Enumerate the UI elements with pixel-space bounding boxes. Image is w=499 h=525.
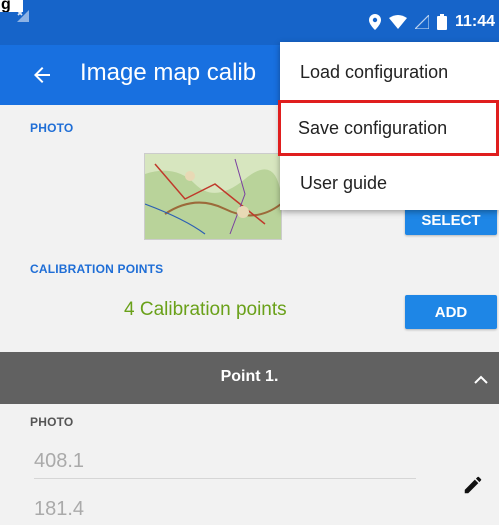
divider — [34, 478, 416, 479]
location-icon — [368, 14, 381, 30]
calibration-points-label: CALIBRATION POINTS — [30, 262, 164, 276]
photo-y-value[interactable]: 181.4 — [34, 498, 84, 521]
point-title: Point 1. — [220, 368, 279, 385]
menu-item-load-configuration[interactable]: Load configuration — [280, 44, 499, 100]
menu-item-save-configuration[interactable]: Save configuration — [278, 100, 499, 156]
add-button[interactable]: ADD — [405, 295, 497, 329]
chevron-up-icon[interactable] — [474, 372, 488, 384]
calibration-count: 4 Calibration points — [124, 299, 287, 320]
menu-item-user-guide[interactable]: User guide — [280, 155, 499, 211]
point-header[interactable]: Point 1. — [0, 352, 499, 404]
signal-icon — [414, 15, 429, 29]
cropped-text-fragment: g — [0, 0, 23, 12]
point-photo-label: PHOTO — [30, 415, 74, 429]
overflow-menu: Load configuration Save configuration Us… — [278, 42, 499, 211]
arrow-left-icon[interactable] — [30, 63, 54, 87]
page-title: Image map calib — [80, 59, 257, 86]
clock-time: 11:44 — [454, 13, 495, 30]
photo-section-label: PHOTO — [30, 121, 74, 135]
photo-x-value[interactable]: 408.1 — [34, 450, 84, 473]
map-photo-thumbnail[interactable] — [144, 153, 282, 240]
pencil-icon[interactable] — [462, 474, 484, 496]
status-icons: 11:44 — [368, 13, 495, 31]
status-bar: 11:44 — [0, 0, 499, 45]
battery-icon — [436, 14, 447, 30]
wifi-icon — [388, 15, 407, 29]
